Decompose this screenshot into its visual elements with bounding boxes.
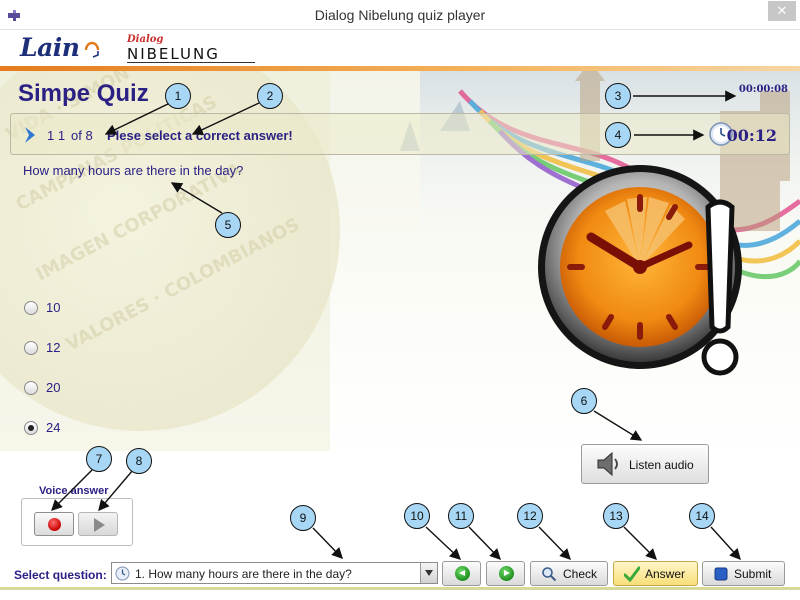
- checkmark-icon: [624, 566, 640, 582]
- window-titlebar: Dialog Nibelung quiz player ✕: [0, 0, 800, 30]
- next-question-button[interactable]: [486, 561, 525, 586]
- lain-logo: Lain: [20, 33, 80, 62]
- check-button[interactable]: Check: [530, 561, 608, 586]
- selected-question: 1. How many hours are there in the day?: [135, 567, 352, 581]
- question-count: of 8: [71, 128, 93, 143]
- option-12[interactable]: 12: [24, 339, 104, 359]
- footer-strip: [0, 587, 800, 590]
- quiz-title: Simpe Quiz: [18, 80, 149, 107]
- option-label: 20: [46, 380, 61, 395]
- submit-label: Submit: [734, 567, 772, 581]
- nibelung-logo-word: NIBELUNG: [127, 45, 220, 63]
- record-button[interactable]: [34, 512, 74, 536]
- play-button[interactable]: [78, 512, 118, 536]
- listen-audio-button[interactable]: Listen audio: [581, 444, 709, 484]
- submit-square-icon: [714, 567, 728, 581]
- option-label: 12: [46, 340, 61, 355]
- option-24[interactable]: 24: [24, 419, 104, 439]
- logo-bar: Lain Dialog NIBELUNG: [0, 30, 800, 70]
- dialog-logo-word: Dialog: [127, 34, 164, 45]
- voice-answer-panel: [21, 498, 133, 546]
- speaker-icon: [597, 451, 618, 477]
- chevron-right-icon: [25, 127, 35, 143]
- logo-underline: [127, 62, 255, 63]
- previous-question-button[interactable]: [442, 561, 481, 586]
- magnifier-icon: [542, 567, 557, 582]
- alarm-clock-exclamation-icon: [538, 165, 742, 376]
- option-label: 10: [46, 300, 61, 315]
- instruction-text: Plese select a correct answer!: [107, 128, 293, 143]
- answer-button[interactable]: Answer: [613, 561, 698, 586]
- question-clock-icon: [115, 566, 130, 581]
- voice-answer-label: Voice answer: [39, 485, 109, 497]
- quiz-panel: VIDA · SIMON VARIABLES CAMPANAS POLITICA…: [0, 71, 800, 590]
- listen-audio-label: Listen audio: [629, 458, 694, 472]
- window-title: Dialog Nibelung quiz player: [314, 7, 486, 23]
- submit-button[interactable]: Submit: [702, 561, 785, 586]
- record-icon: [48, 518, 61, 531]
- question-number: 1 1: [47, 128, 66, 143]
- countdown-timer: 00:12: [726, 126, 777, 145]
- check-label: Check: [563, 567, 598, 581]
- option-20[interactable]: 20: [24, 379, 104, 399]
- chevron-down-icon[interactable]: [420, 563, 437, 583]
- radio-button[interactable]: [24, 381, 38, 395]
- answer-label: Answer: [645, 567, 686, 581]
- radio-button[interactable]: [24, 341, 38, 355]
- play-icon: [94, 518, 105, 532]
- radio-button-selected[interactable]: [24, 421, 38, 435]
- headset-icon: [84, 41, 100, 58]
- radio-button[interactable]: [24, 301, 38, 315]
- question-text: How many hours are there in the day?: [23, 163, 244, 178]
- option-label: 24: [46, 420, 61, 435]
- elapsed-timer: 00:00:08: [738, 84, 788, 95]
- option-10[interactable]: 10: [24, 299, 104, 319]
- question-select[interactable]: 1. How many hours are there in the day?: [111, 562, 438, 584]
- arrow-left-icon: [455, 566, 470, 581]
- close-button[interactable]: ✕: [768, 1, 796, 21]
- select-question-label: Select question:: [14, 568, 107, 582]
- arrow-right-icon: [499, 566, 514, 581]
